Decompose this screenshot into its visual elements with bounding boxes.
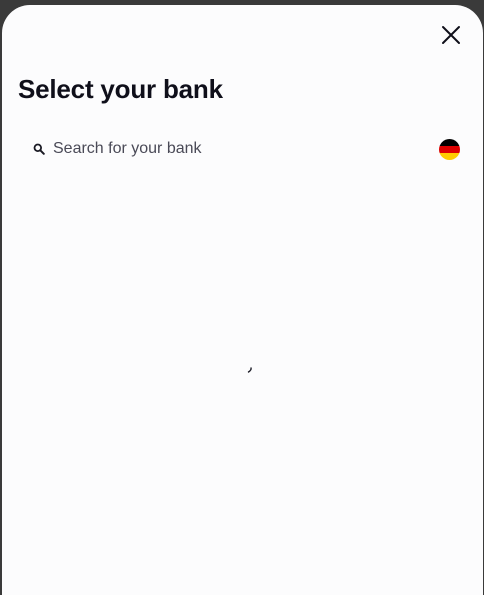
- bank-selection-modal: Select your bank: [2, 5, 483, 595]
- close-icon: [442, 26, 460, 44]
- search-input[interactable]: [53, 135, 413, 163]
- loading-spinner-icon: [247, 360, 253, 373]
- search-icon: [31, 141, 47, 157]
- germany-flag-icon[interactable]: [439, 139, 460, 160]
- close-button[interactable]: [439, 23, 463, 47]
- page-title: Select your bank: [18, 74, 223, 104]
- flag-stripe-black: [439, 139, 460, 146]
- search-bar: [18, 133, 468, 165]
- flag-stripe-gold: [439, 153, 460, 160]
- flag-stripe-red: [439, 146, 460, 153]
